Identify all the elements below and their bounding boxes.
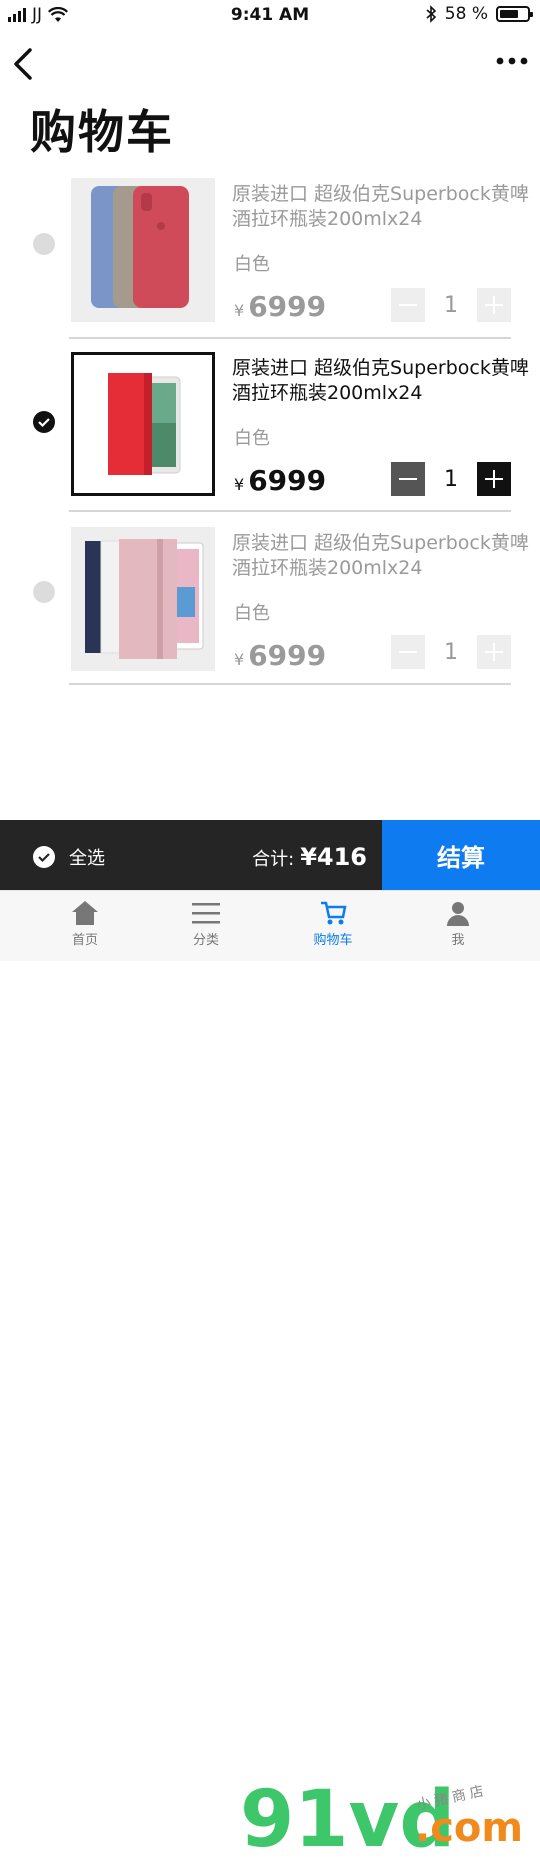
product-variant: 白色 [234,428,270,449]
tab-bar: 首页 分类 购物车 我 91vd 小猪商店 .com [0,890,540,1865]
home-icon [72,901,98,925]
divider [69,683,511,685]
select-all-radio[interactable] [33,846,55,868]
tab-label: 购物车 [313,933,353,948]
product-variant: 白色 [234,254,270,275]
cart-item: 原装进口 超级伯克Superbock黄啤酒拉环瓶装200mlx24 白色 ¥69… [0,527,540,697]
tab-label: 首页 [71,933,98,948]
ellipsis-icon [496,57,528,65]
checkout-button[interactable]: 结算 [382,820,540,890]
tab-profile[interactable]: 我 [408,897,508,948]
product-name[interactable]: 原装进口 超级伯克Superbock黄啤酒拉环瓶装200mlx24 [232,182,532,232]
tab-home[interactable]: 首页 [35,897,135,948]
product-name[interactable]: 原装进口 超级伯克Superbock黄啤酒拉环瓶装200mlx24 [232,356,532,406]
check-icon [38,418,50,428]
battery-percent: 58 % [444,4,488,24]
tab-category[interactable]: 分类 [156,897,256,948]
product-variant: 白色 [234,603,270,624]
quantity-value: 1 [444,292,458,318]
quantity-stepper: 1 [391,288,511,322]
iphone-cases-image [91,186,189,308]
back-button[interactable] [10,44,40,84]
decrease-button[interactable] [391,288,425,322]
increase-button[interactable] [477,635,511,669]
item-select-radio[interactable] [33,411,55,433]
product-name[interactable]: 原装进口 超级伯克Superbock黄啤酒拉环瓶装200mlx24 [232,531,532,581]
product-price: ¥6999 [234,290,327,323]
product-price: ¥6999 [234,464,327,497]
total-label: 合计: [252,849,295,870]
select-all-toggle[interactable]: 全选 [33,844,105,870]
total-amount: ¥416 [300,843,367,871]
product-image[interactable] [71,178,215,322]
cart-item: 原装进口 超级伯克Superbock黄啤酒拉环瓶装200mlx24 白色 ¥69… [0,352,540,522]
quantity-stepper: 1 [391,462,511,496]
user-icon [447,902,469,926]
check-icon [38,853,50,863]
item-select-radio[interactable] [33,233,55,255]
cart-item: 原装进口 超级伯克Superbock黄啤酒拉环瓶装200mlx24 白色 ¥69… [0,178,540,348]
battery-icon [496,6,533,22]
total-summary: 合计: ¥416 [252,843,367,871]
chevron-left-icon [14,48,32,80]
red-ipad-smart-cover-image [108,373,181,475]
status-bar: JJ 9:41 AM 58 % [0,0,540,30]
cart-icon [321,901,347,925]
tab-label: 分类 [192,933,219,948]
quantity-value: 1 [444,639,458,665]
tab-label: 我 [451,933,465,948]
divider [69,510,511,512]
tab-cart[interactable]: 购物车 [283,897,383,948]
menu-icon [192,903,220,924]
watermark-domain: .com [415,1805,524,1851]
decrease-button[interactable] [391,635,425,669]
page-title: 购物车 [30,105,174,159]
checkout-bar: 全选 合计: ¥416 结算 [0,820,540,890]
product-price: ¥6999 [234,639,327,672]
increase-button[interactable] [477,462,511,496]
quantity-stepper: 1 [391,635,511,669]
select-all-label: 全选 [69,848,105,869]
product-image[interactable] [71,352,215,496]
increase-button[interactable] [477,288,511,322]
decrease-button[interactable] [391,462,425,496]
more-button[interactable] [496,52,528,70]
ipad-smart-covers-image [85,539,204,659]
item-select-radio[interactable] [33,581,55,603]
divider [69,337,511,339]
product-image[interactable] [71,527,215,671]
quantity-value: 1 [444,466,458,492]
bluetooth-icon [426,5,436,23]
